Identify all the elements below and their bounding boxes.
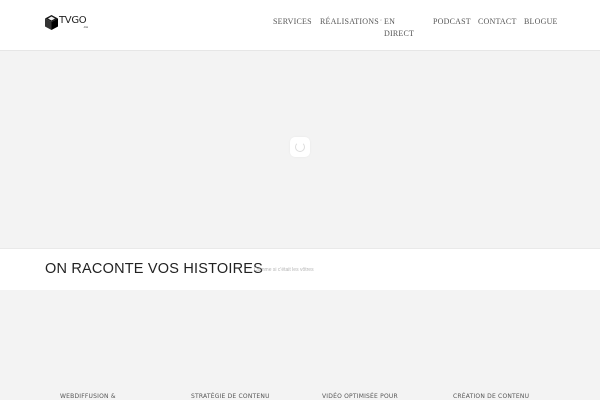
tagline-title: ON RACONTE VOS HISTOIRES xyxy=(45,261,264,277)
tagline-subtitle: Comme si c'était les vôtres xyxy=(254,267,314,273)
nav-item-contact[interactable]: Contact xyxy=(478,17,517,26)
spinner-icon xyxy=(290,137,310,157)
nav-item-podcast[interactable]: Podcast xyxy=(433,17,471,26)
cube-icon xyxy=(45,15,58,30)
tagline-bar: ON RACONTE VOS HISTOIRES Comme si c'étai… xyxy=(0,248,600,291)
nav-item-realisations[interactable]: Réalisationsˇ xyxy=(320,17,382,26)
nav-item-label: Réalisations xyxy=(320,17,379,26)
nav-item-services[interactable]: Services xyxy=(273,17,312,26)
nav-item-blogue[interactable]: Blogue xyxy=(524,17,558,26)
service-item-creation[interactable]: Création de contenu xyxy=(453,393,529,400)
logo-subtext: .CA xyxy=(83,25,89,29)
site-header: TVGO .CA Services Réalisationsˇ En direc… xyxy=(0,0,600,51)
service-item-webdiffusion[interactable]: Webdiffusion & xyxy=(60,393,116,400)
service-item-video[interactable]: Vidéo optimisée pour xyxy=(322,393,398,400)
nav-item-en-direct[interactable]: En direct xyxy=(384,16,414,40)
site-logo[interactable]: TVGO .CA xyxy=(45,15,91,31)
spinner-ring xyxy=(295,142,305,152)
dropdown-caret-icon: ˇ xyxy=(379,20,383,26)
service-item-strategie[interactable]: Stratégie de contenu xyxy=(191,393,270,400)
services-section: Webdiffusion & Stratégie de contenu Vidé… xyxy=(0,290,600,400)
